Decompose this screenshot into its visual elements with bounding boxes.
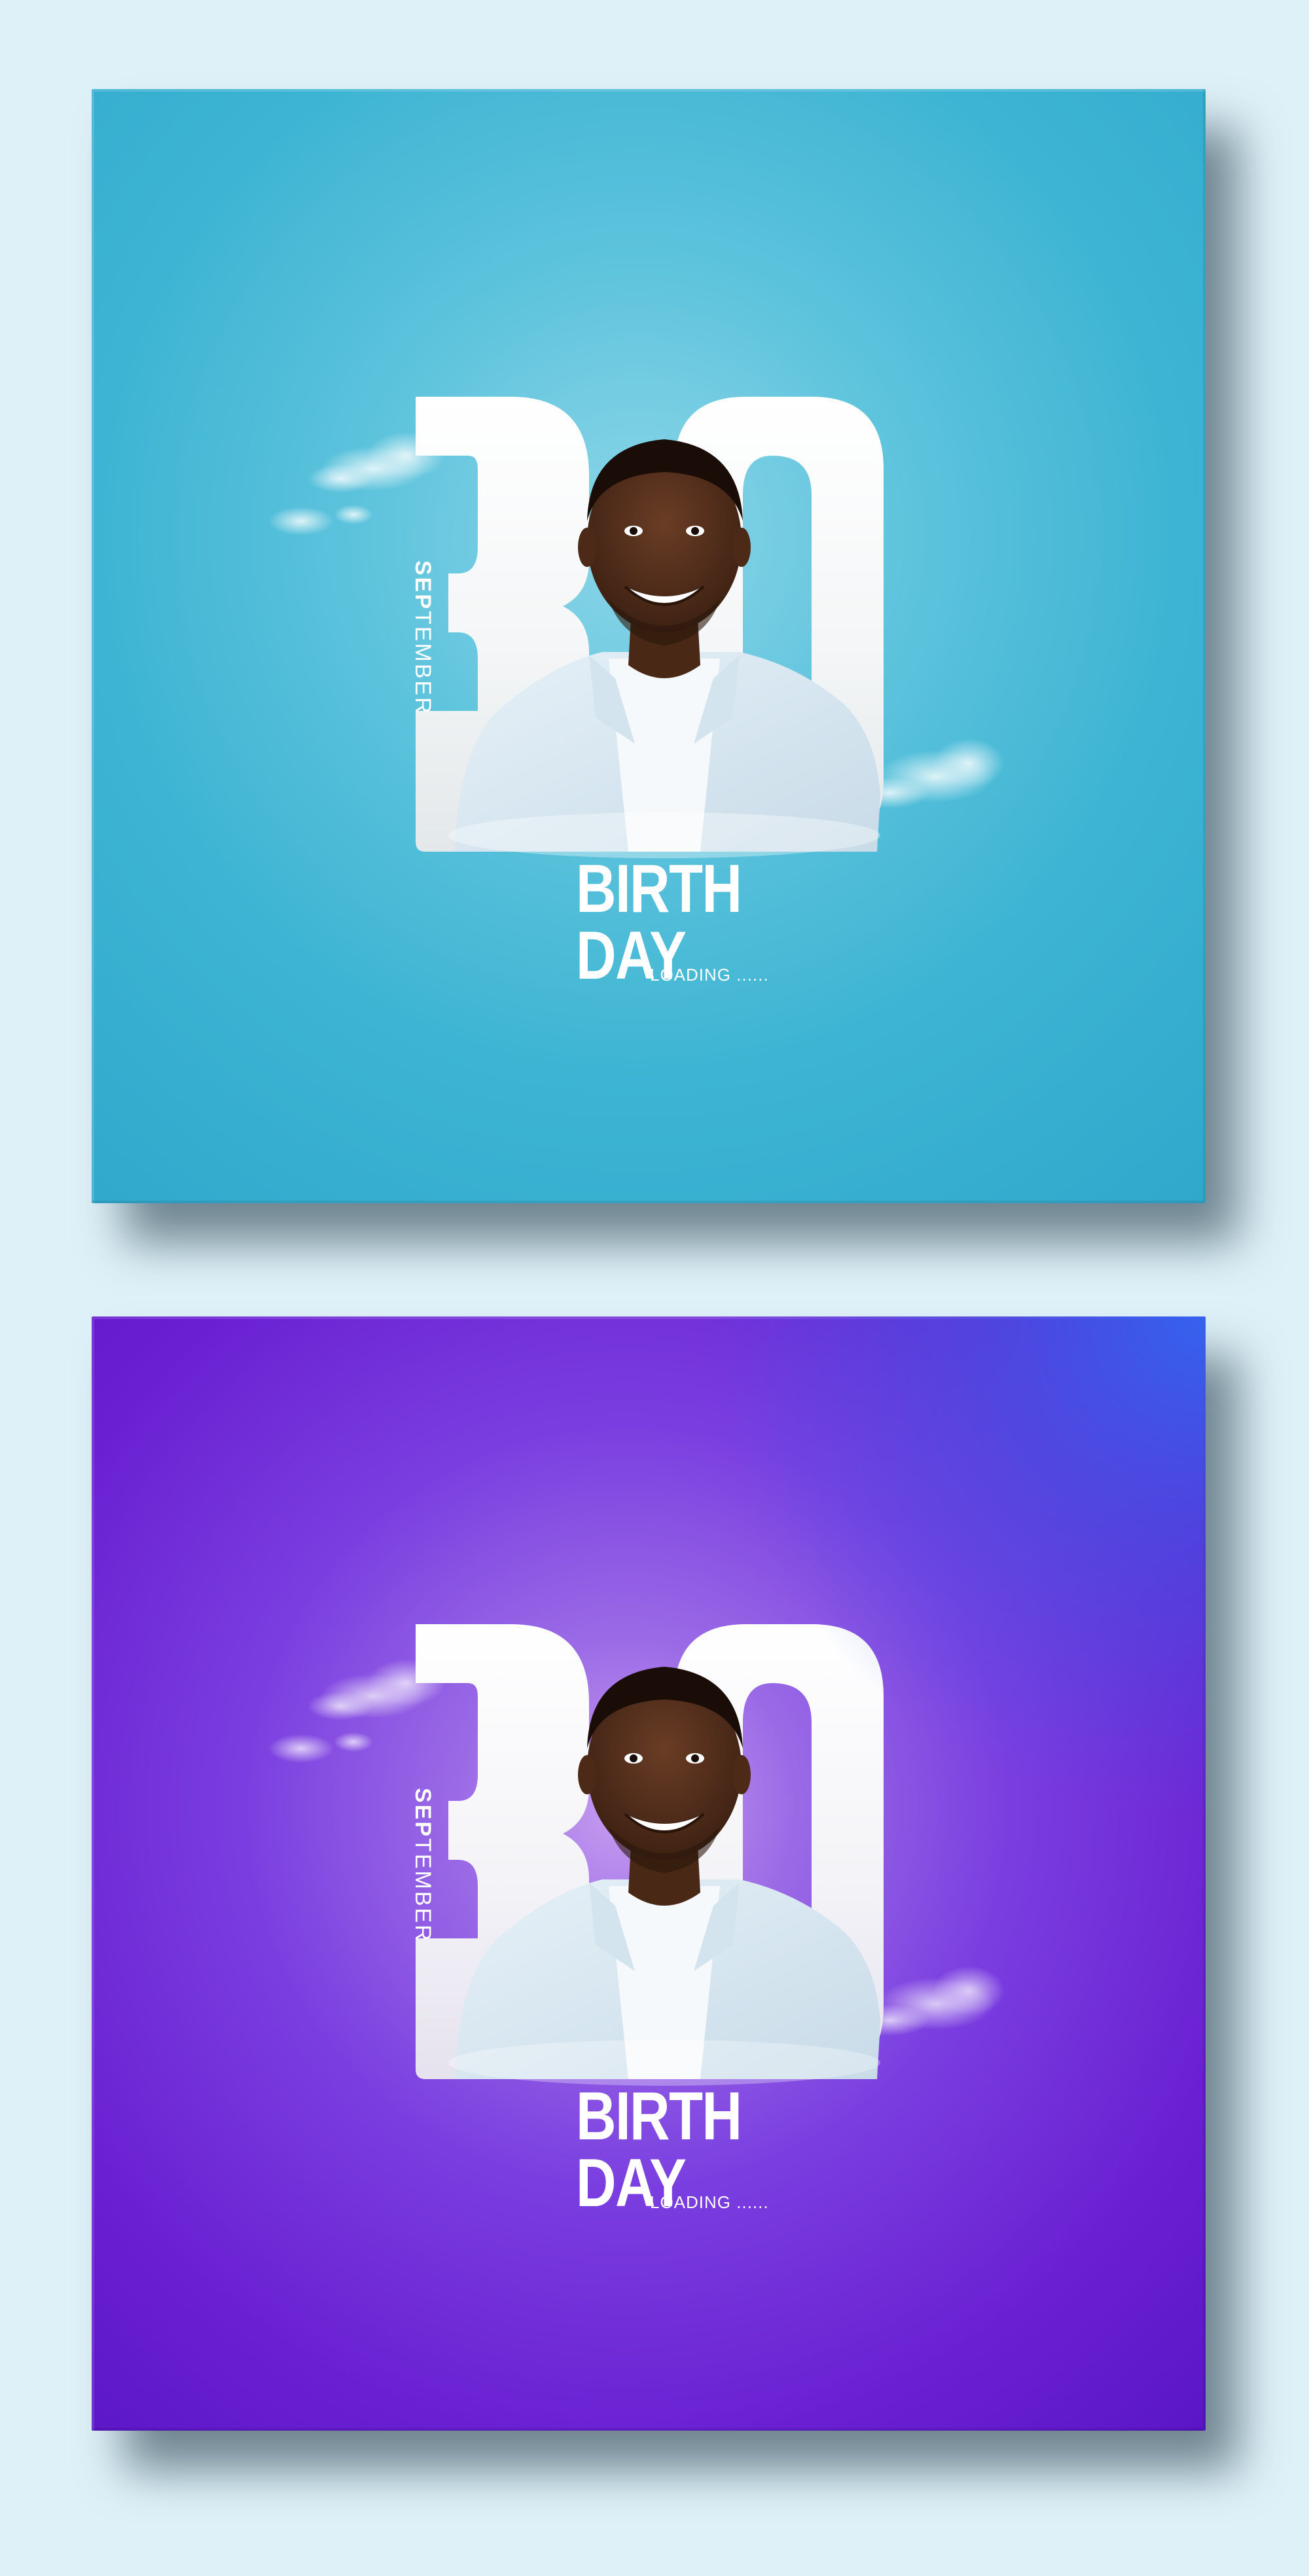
month-label-bold: SEP [410,560,435,611]
month-label-light: TEMBER [410,611,435,716]
birthday-poster-purple: SEPTEMBER BIRTH DAY LOADING ...... [92,1316,1206,2431]
loading-subtitle: LOADING ...... [650,2192,769,2212]
loading-subtitle: LOADING ...... [650,965,769,985]
poster-artwork [268,1624,1005,2086]
poster-artwork [268,397,1005,858]
month-label: SEPTEMBER [410,1788,435,1943]
title-birth: BIRTH [576,851,742,927]
month-label-bold: SEP [410,1788,435,1839]
title-birth: BIRTH [576,2078,742,2154]
birthday-poster-blue: SEPTEMBER BIRTH DAY LOADING ...... [92,89,1206,1203]
month-label-light: TEMBER [410,1838,435,1943]
month-label: SEPTEMBER [410,560,435,716]
